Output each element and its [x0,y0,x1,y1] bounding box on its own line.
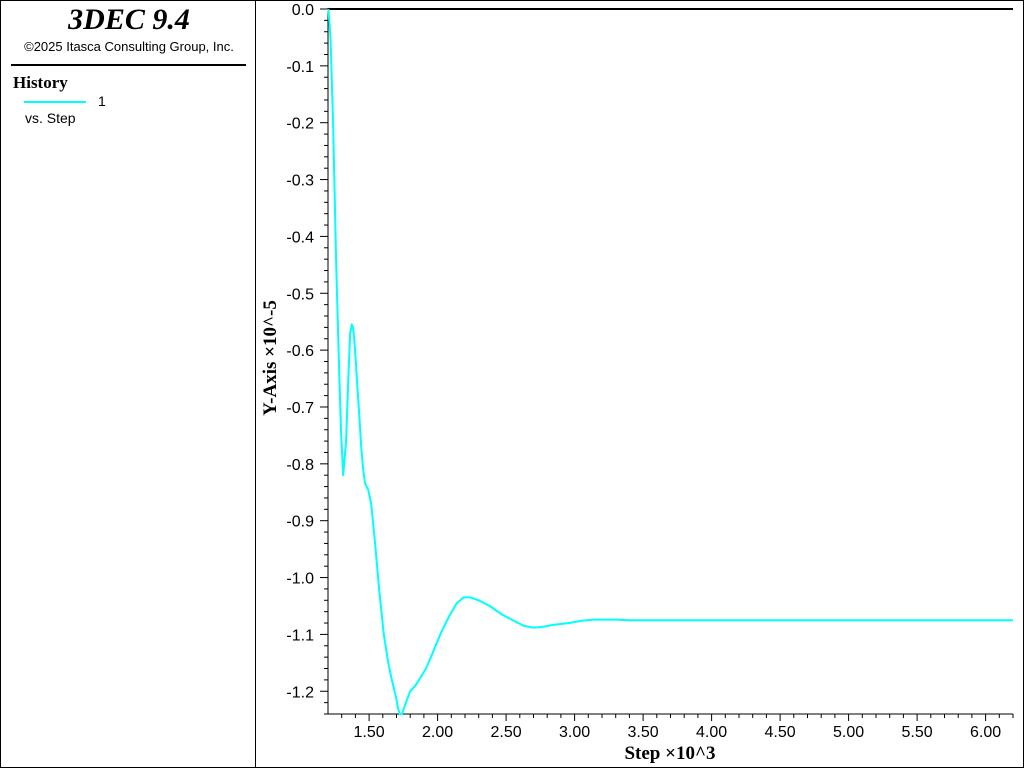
history-title: History [13,73,68,92]
x-axis-title: Step ×10^3 [624,743,715,764]
x-tick-label: 1.50 [354,724,385,741]
y-tick-label: -0.8 [286,457,314,474]
x-tick-label: 3.50 [628,724,659,741]
legend-series-label: 1 [98,93,106,109]
history-chart: 0.0 -0.1 -0.2 -0.3 -0.4 -0.5 -0.6 -0.7 -0.8 -0.9 -… [260,2,1014,764]
y-tick-label: -0.6 [286,343,314,360]
x-tick-label: 5.50 [902,724,933,741]
y-tick-label: -0.5 [286,286,314,303]
plot-panel: 0.0 -0.1 -0.2 -0.3 -0.4 -0.5 -0.6 -0.7 -0.8 -0.9 -… [256,0,1024,768]
legend-panel: 3DEC 9.4 ©2025 Itasca Consulting Group, … [0,0,256,768]
y-tick-label: -0.2 [286,116,314,133]
ticks-layer: 0.0 -0.1 -0.2 -0.3 -0.4 -0.5 -0.6 -0.7 -0.8 -0.9 -… [286,2,1014,741]
y-tick-label: 0.0 [292,2,314,19]
y-tick-label: -0.1 [286,59,314,76]
y-tick-label: -0.9 [286,514,314,531]
x-tick-label: 3.00 [559,724,590,741]
series-layer [327,8,1013,715]
y-tick-label: -0.4 [286,229,314,246]
legend-vs-label: vs. Step [25,110,76,126]
x-tick-label: 5.00 [833,724,864,741]
y-tick-label: -1.0 [286,571,314,588]
x-tick-label: 4.50 [765,724,796,741]
legend-series-swatch [24,101,86,103]
x-tick-label: 6.00 [970,724,1001,741]
x-tick-label: 4.00 [696,724,727,741]
series-line-1 [327,8,1013,715]
y-axis-title: Y-Axis ×10^-5 [260,300,281,416]
app-title: 3DEC 9.4 [68,3,190,36]
legend-divider [11,64,246,66]
plot-window: 3DEC 9.4 ©2025 Itasca Consulting Group, … [0,0,1024,768]
copyright-notice: ©2025 Itasca Consulting Group, Inc. [24,39,234,54]
y-tick-label: -1.1 [286,627,314,644]
y-tick-label: -1.2 [286,684,314,701]
x-tick-label: 2.00 [422,724,453,741]
axes-layer [327,8,1013,715]
y-tick-label: -0.7 [286,400,314,417]
x-tick-label: 2.50 [491,724,522,741]
y-tick-label: -0.3 [286,173,314,190]
